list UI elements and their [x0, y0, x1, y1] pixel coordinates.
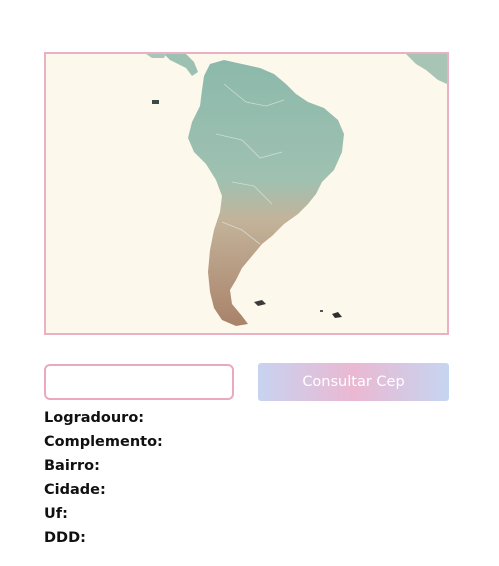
bairro-label: Bairro: — [44, 458, 100, 474]
logradouro-label: Logradouro: — [44, 410, 145, 426]
ddd-label: DDD: — [44, 530, 86, 546]
address-results: Logradouro: Complemento: Bairro: Cidade:… — [44, 408, 163, 552]
consultar-cep-button[interactable]: Consultar Cep — [258, 363, 449, 401]
complemento-label: Complemento: — [44, 434, 163, 450]
south-america-map-image — [46, 54, 447, 333]
south-america-map — [44, 52, 449, 335]
uf-label: Uf: — [44, 506, 68, 522]
cep-input[interactable] — [44, 364, 234, 400]
cidade-label: Cidade: — [44, 482, 106, 498]
